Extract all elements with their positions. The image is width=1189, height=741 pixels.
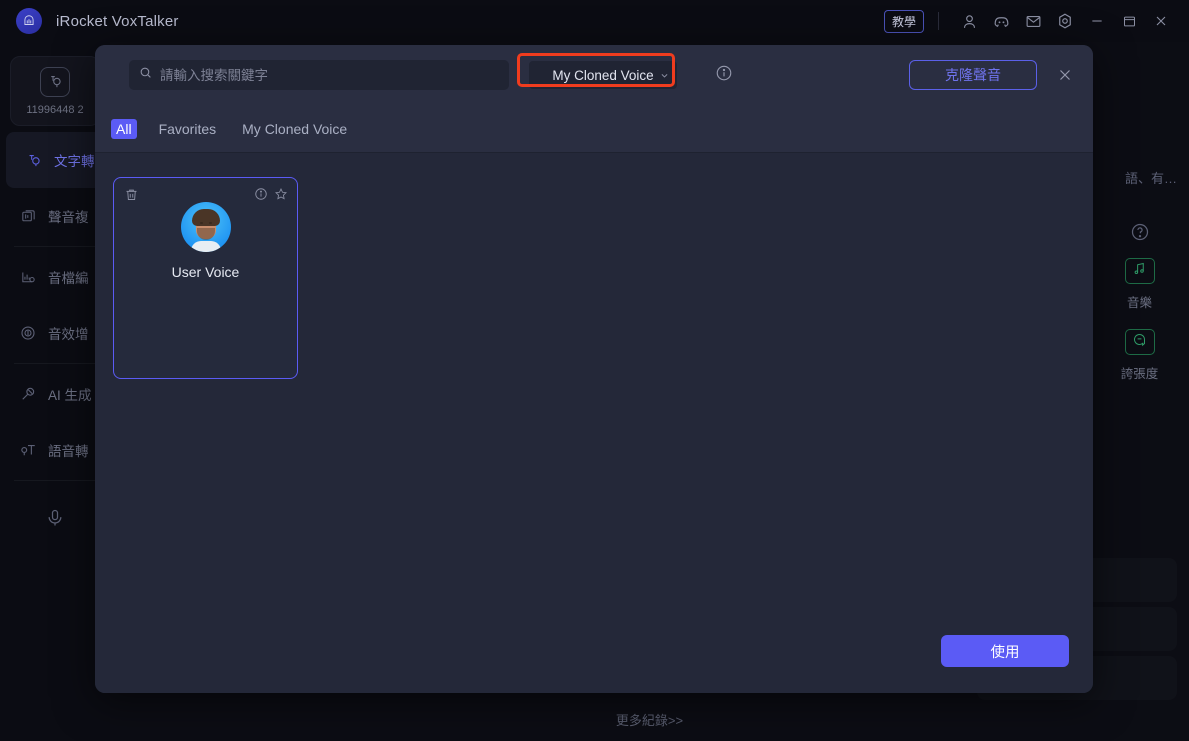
speech-to-text-icon <box>18 440 38 460</box>
settings-icon[interactable] <box>1049 5 1081 37</box>
close-icon[interactable] <box>1145 5 1177 37</box>
voice-filter-dropdown-wrap: My Cloned Voice <box>517 53 677 89</box>
exaggeration-label: 誇張度 <box>1120 367 1159 381</box>
mail-icon[interactable] <box>1017 5 1049 37</box>
right-rail: 音樂 誇張度 <box>1090 222 1189 390</box>
audio-edit-icon <box>18 267 38 287</box>
sidebar-item-label: AI 生成 <box>48 388 92 403</box>
sidebar-item-audio-enhance[interactable]: 音效增 <box>0 305 110 361</box>
account-avatar-icon <box>40 66 70 97</box>
clone-voice-button[interactable]: 克隆聲音 <box>909 60 1037 90</box>
voice-card-actions <box>254 187 288 206</box>
sidebar-item-label: 語音轉 <box>48 444 89 459</box>
app-logo-icon <box>16 8 42 34</box>
sidebar-item-label: 音效增 <box>48 327 89 342</box>
app-title: iRocket VoxTalker <box>56 12 179 30</box>
modal-header-actions: 克隆聲音 <box>909 60 1075 90</box>
tab-my-cloned-voice[interactable]: My Cloned Voice <box>238 119 351 139</box>
voice-library-modal: My Cloned Voice 克隆聲音 All <box>95 45 1093 693</box>
info-circle-icon[interactable] <box>254 187 268 206</box>
sidebar-item-audio-edit[interactable]: 音檔編 <box>0 249 110 305</box>
more-records-link[interactable]: 更多紀錄>> <box>110 710 1189 729</box>
audio-enhance-icon <box>18 323 38 343</box>
user-icon[interactable] <box>953 5 985 37</box>
discord-icon[interactable] <box>985 5 1017 37</box>
sidebar-item-label: 文字轉 <box>54 154 95 169</box>
microphone-icon[interactable] <box>0 508 110 528</box>
divider <box>14 363 96 364</box>
sidebar-item-ai-generate[interactable]: AI 生成 <box>0 366 110 422</box>
divider <box>14 246 96 247</box>
search-input[interactable] <box>160 67 499 83</box>
modal-close-icon[interactable] <box>1055 65 1075 85</box>
use-button[interactable]: 使用 <box>941 635 1069 667</box>
tab-favorites[interactable]: Favorites <box>155 119 221 139</box>
modal-body: User Voice 使用 <box>95 153 1093 693</box>
exaggeration-button[interactable] <box>1124 329 1155 355</box>
info-circle-icon[interactable] <box>715 64 733 87</box>
music-label: 音樂 <box>1126 296 1152 310</box>
text-to-speech-icon <box>24 150 44 170</box>
account-card[interactable]: 11996448 2 <box>10 56 100 126</box>
maximize-icon[interactable] <box>1113 5 1145 37</box>
left-sidebar: 11996448 2 文字轉 聲音複 音檔編 音效增 AI 生成 語音轉 <box>0 42 110 741</box>
sidebar-item-label: 音檔編 <box>48 271 89 286</box>
divider <box>938 12 939 30</box>
background-text-snippet: 語、有… <box>1124 171 1177 186</box>
account-id: 11996448 2 <box>26 103 84 116</box>
search-box[interactable] <box>129 60 509 90</box>
avatar <box>180 202 231 252</box>
voice-filter-value: My Cloned Voice <box>552 67 654 83</box>
minimize-icon[interactable] <box>1081 5 1113 37</box>
music-note-icon <box>1132 261 1147 281</box>
modal-header: My Cloned Voice 克隆聲音 <box>95 45 1093 105</box>
voice-card[interactable]: User Voice <box>113 177 298 379</box>
sidebar-item-label: 聲音複 <box>48 210 89 225</box>
sidebar-item-voice-clone[interactable]: 聲音複 <box>0 188 110 244</box>
trash-icon[interactable] <box>124 187 139 207</box>
exaggeration-icon <box>1132 332 1147 352</box>
sidebar-item-text-to-speech[interactable]: 文字轉 <box>6 132 104 188</box>
divider <box>14 480 96 481</box>
app-window: iRocket VoxTalker 教學 11996448 2 文字轉 聲音複 … <box>0 0 1189 741</box>
help-circle-icon[interactable] <box>1130 222 1150 242</box>
voice-card-name: User Voice <box>171 264 240 280</box>
search-icon <box>139 66 152 84</box>
ai-generate-icon <box>18 384 38 404</box>
voice-filter-dropdown[interactable]: My Cloned Voice <box>529 61 677 89</box>
tab-all[interactable]: All <box>111 118 137 139</box>
tutorial-button[interactable]: 教學 <box>883 9 924 33</box>
music-button[interactable] <box>1124 258 1155 284</box>
chevron-down-icon <box>660 68 669 83</box>
voice-clone-icon <box>18 206 38 226</box>
title-bar-controls: 教學 <box>883 5 1189 37</box>
star-icon[interactable] <box>274 187 288 206</box>
modal-tabs: All Favorites My Cloned Voice <box>95 105 1093 153</box>
sidebar-item-speech-to-text[interactable]: 語音轉 <box>0 422 110 478</box>
title-bar: iRocket VoxTalker 教學 <box>0 0 1189 42</box>
